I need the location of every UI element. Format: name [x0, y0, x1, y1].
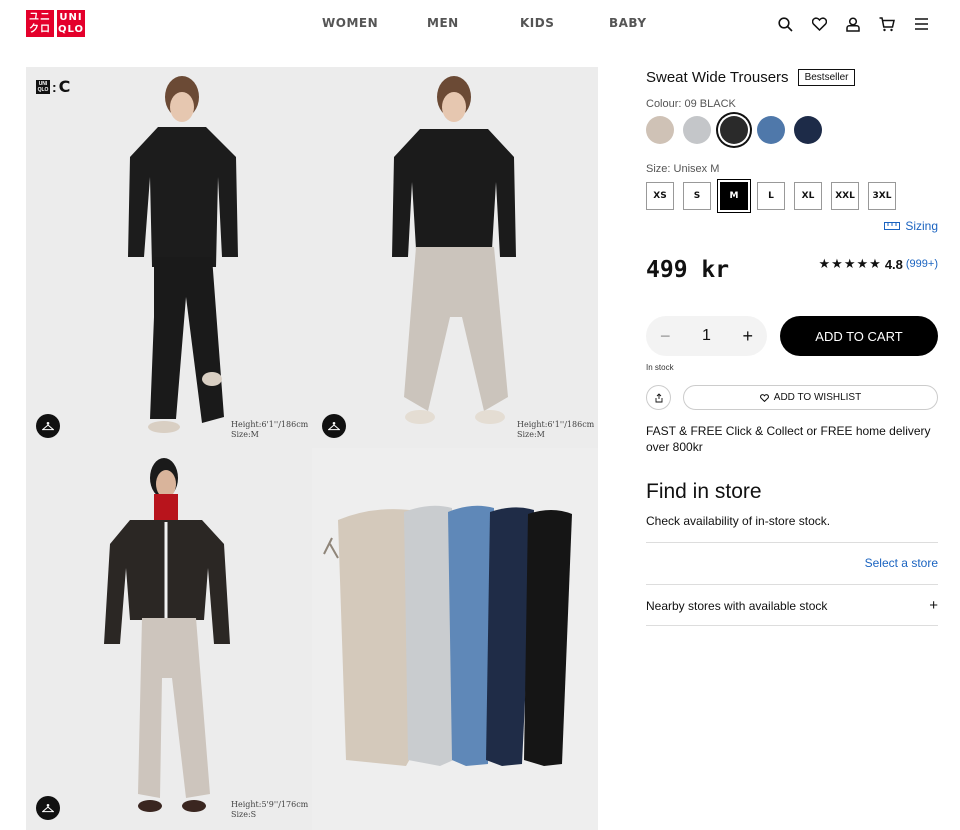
trousers-lineup-image — [323, 505, 572, 766]
product-price: 499 kr — [646, 257, 730, 283]
model-measurements: Height:5'9''/176cm Size:S — [231, 800, 308, 820]
user-icon[interactable] — [844, 14, 862, 34]
nav-item-women[interactable]: WOMEN — [322, 16, 378, 30]
nearby-stores-label: Nearby stores with available stock — [646, 598, 828, 613]
model-size: Size:S — [231, 810, 257, 819]
sizing-link[interactable]: Sizing — [884, 219, 938, 233]
heart-icon — [759, 393, 769, 402]
divider — [646, 542, 938, 543]
hanger-icon[interactable] — [36, 796, 60, 820]
rating-score: 4.8 — [884, 256, 903, 272]
select-store-link[interactable]: Select a store — [865, 556, 938, 570]
star-rating-icon: ★★★★★ — [818, 256, 882, 271]
product-title-row: Sweat Wide Trousers Bestseller — [646, 67, 938, 87]
product-rating[interactable]: ★★★★★ 4.8 (999+) — [819, 256, 938, 272]
size-option-xxl[interactable]: XXL — [831, 182, 859, 210]
model-size: Size:M — [517, 430, 545, 439]
size-option-xs[interactable]: XS — [646, 182, 674, 210]
model-figure — [128, 76, 238, 433]
find-in-store-subtitle: Check availability of in-store stock. — [646, 514, 831, 528]
expand-plus-icon[interactable]: + — [929, 597, 938, 614]
heart-icon[interactable] — [810, 14, 828, 34]
colour-swatch-navy[interactable] — [794, 116, 822, 144]
quantity-increase-button[interactable]: + — [742, 326, 753, 347]
stock-status: In stock — [646, 363, 674, 372]
colour-swatch-black[interactable] — [720, 116, 748, 144]
uniqlo-logo[interactable]: ユニ クロ UNI QLO — [26, 10, 85, 37]
colour-swatch-beige[interactable] — [646, 116, 674, 144]
wishlist-label: ADD TO WISHLIST — [773, 392, 862, 403]
colour-swatch-blue[interactable] — [757, 116, 785, 144]
review-count[interactable]: (999+) — [906, 258, 938, 270]
product-image-model-3[interactable]: Height:5'9''/176cm Size:S — [26, 448, 312, 830]
hanger-icon[interactable] — [322, 414, 346, 438]
logo-katakana: ユニ クロ — [26, 10, 54, 37]
divider — [646, 584, 938, 585]
model-measurements: Height:6'1''/186cm Size:M — [517, 420, 594, 440]
bestseller-badge: Bestseller — [797, 68, 856, 86]
product-image-model-1[interactable]: UNI QLO : C Height:6'1''/186cm Size:M — [26, 67, 312, 448]
product-image-model-2[interactable]: Height:6'1''/186cm Size:M — [312, 67, 598, 448]
divider — [646, 625, 938, 626]
menu-icon[interactable] — [912, 14, 930, 34]
logo-text-bottom: クロ — [29, 23, 51, 35]
delivery-info: FAST & FREE Click & Collect or FREE home… — [646, 424, 931, 454]
model-height: Height:5'9''/176cm — [231, 800, 309, 809]
quantity-value[interactable]: 1 — [702, 327, 711, 345]
size-options: XS S M L XL XXL 3XL — [646, 182, 938, 210]
header-icons — [776, 14, 930, 34]
sizing-label: Sizing — [905, 219, 938, 233]
nav-item-baby[interactable]: BABY — [609, 16, 647, 30]
add-to-wishlist-button[interactable]: ADD TO WISHLIST — [683, 385, 938, 410]
search-icon[interactable] — [776, 14, 794, 34]
logo-latin: UNI QLO — [57, 10, 85, 37]
model-figure — [392, 76, 516, 424]
nav-item-kids[interactable]: KIDS — [520, 16, 554, 30]
logo-text-top: UNI — [59, 11, 83, 23]
model-height: Height:6'1''/186cm — [517, 420, 595, 429]
share-icon — [655, 392, 662, 402]
share-button[interactable] — [646, 385, 671, 410]
product-image-colour-lineup[interactable] — [312, 448, 598, 830]
logo-text-top: ユニ — [29, 11, 51, 23]
size-label: Size: Unisex M — [646, 163, 720, 175]
hanger-icon[interactable] — [36, 414, 60, 438]
product-title: Sweat Wide Trousers — [646, 68, 789, 86]
ruler-icon — [884, 222, 901, 230]
size-option-3xl[interactable]: 3XL — [868, 182, 896, 210]
product-image-gallery: UNI QLO : C Height:6'1''/186cm Size:M He… — [26, 67, 598, 830]
product-details-panel: Sweat Wide Trousers Bestseller Colour: 0… — [646, 67, 938, 626]
site-header: ユニ クロ UNI QLO WOMEN MEN KIDS BABY — [0, 0, 960, 48]
add-to-cart-button[interactable]: ADD TO CART — [780, 316, 938, 356]
find-in-store-title: Find in store — [646, 480, 762, 503]
logo-text-bottom: QLO — [57, 23, 85, 35]
model-figure — [104, 458, 230, 812]
quantity-decrease-button[interactable]: − — [660, 326, 671, 347]
size-option-l[interactable]: L — [757, 182, 785, 210]
nav-item-men[interactable]: MEN — [427, 16, 459, 30]
colour-swatches — [646, 116, 938, 144]
cart-icon[interactable] — [878, 14, 896, 34]
colour-label: Colour: 09 BLACK — [646, 98, 736, 110]
size-option-xl[interactable]: XL — [794, 182, 822, 210]
colour-swatch-gray[interactable] — [683, 116, 711, 144]
model-measurements: Height:6'1''/186cm Size:M — [231, 420, 308, 440]
model-size: Size:M — [231, 430, 259, 439]
nearby-stores-toggle[interactable]: Nearby stores with available stock + — [646, 597, 938, 614]
quantity-stepper: − 1 + — [646, 316, 767, 356]
size-option-m[interactable]: M — [720, 182, 748, 210]
model-height: Height:6'1''/186cm — [231, 420, 309, 429]
size-option-s[interactable]: S — [683, 182, 711, 210]
